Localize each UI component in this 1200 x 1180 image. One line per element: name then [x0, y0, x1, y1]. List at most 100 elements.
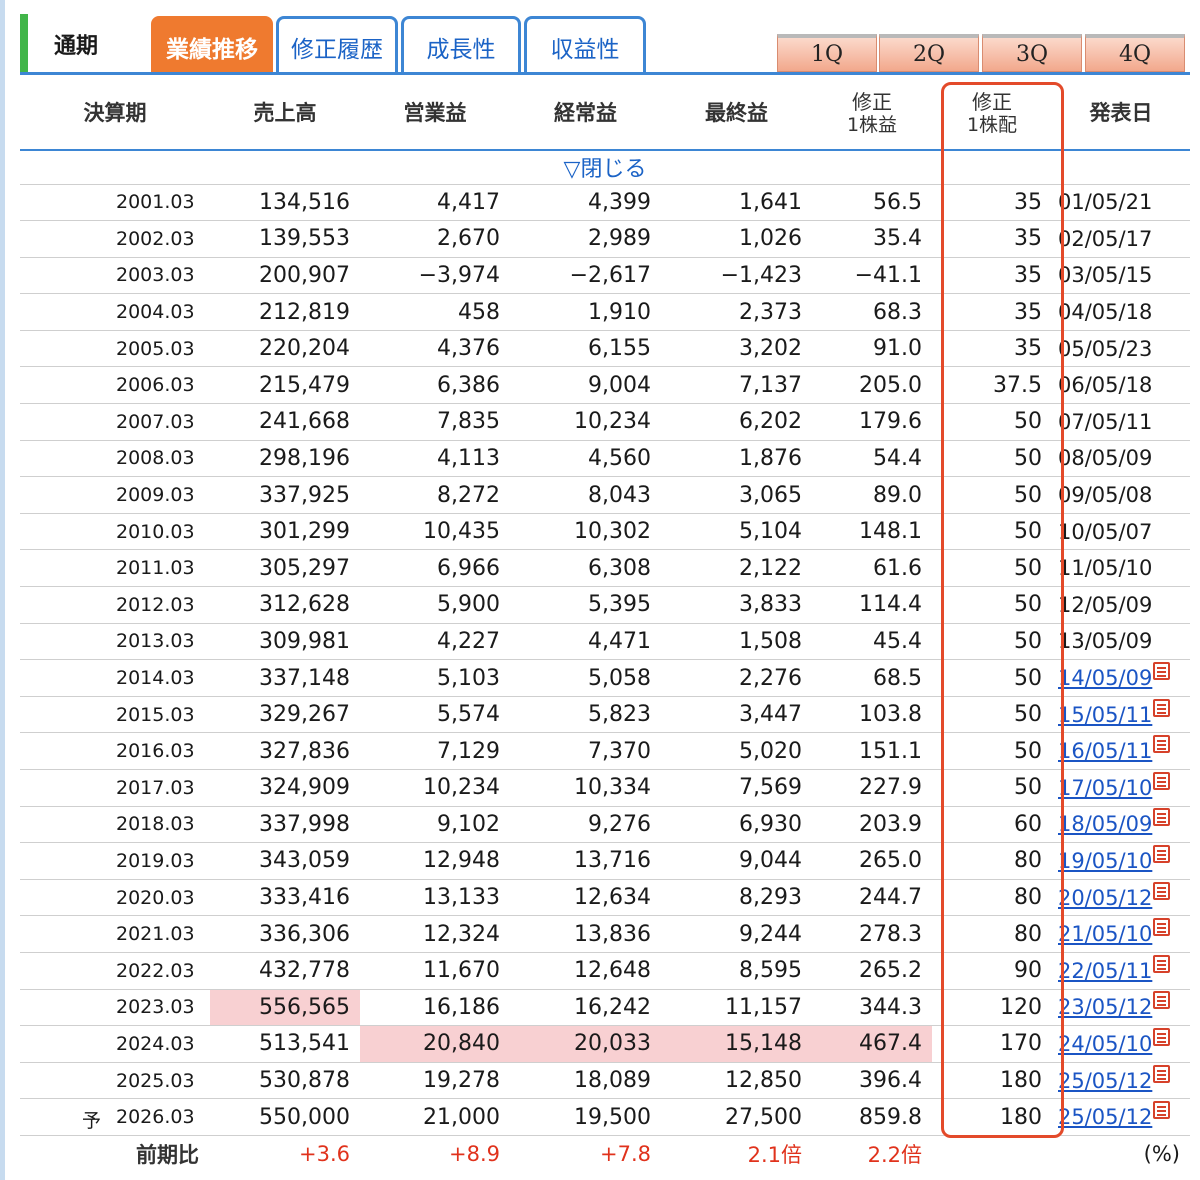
cell-ordinary-profit: 10,334: [510, 769, 661, 807]
tab-results-trend[interactable]: 業績推移: [151, 16, 273, 74]
announce-date-link[interactable]: 17/05/10: [1058, 776, 1152, 800]
period-value: 2005.03: [116, 337, 195, 360]
cell-dividend: 50: [932, 476, 1052, 514]
quarter-1q-button[interactable]: 1Q: [777, 34, 877, 72]
cell-net-profit: 8,595: [661, 952, 812, 990]
announce-date-text: 03/05/15: [1058, 263, 1153, 288]
header-dividend: 修正 1株配: [932, 78, 1052, 151]
table-row: 2011.03 305,297 6,966 6,308 2,122 61.6 50 11/05…: [20, 549, 1190, 588]
period-value: 2002.03: [116, 227, 195, 250]
announce-date-link[interactable]: 18/05/09: [1058, 812, 1152, 836]
table-row: 2004.03 212,819 458 1,910 2,373 68.3 35 04/05/1…: [20, 293, 1190, 331]
cell-period: 2008.03: [20, 440, 210, 478]
cell-ordinary-profit: 18,089: [510, 1062, 661, 1100]
cell-dividend: 50: [932, 659, 1052, 697]
announce-date-link[interactable]: 15/05/11: [1058, 703, 1152, 727]
tab-profitability[interactable]: 収益性: [524, 16, 646, 74]
quarter-2q-button[interactable]: 2Q: [879, 34, 979, 72]
pdf-icon[interactable]: [1153, 808, 1171, 827]
announce-date-link[interactable]: 22/05/11: [1058, 959, 1152, 983]
tab-underline: [20, 72, 1190, 75]
announce-date-text: 01/05/21: [1058, 190, 1153, 215]
cell-ordinary-profit: 12,648: [510, 952, 661, 990]
cell-dividend: 120: [932, 989, 1052, 1027]
table-row: 2022.03 432,778 11,670 12,648 8,595 265.2 90 22…: [20, 952, 1190, 990]
pdf-icon[interactable]: [1153, 698, 1171, 717]
cell-sales: 309,981: [210, 623, 360, 661]
announce-date-link[interactable]: 23/05/12: [1058, 995, 1152, 1019]
cell-announce-date: 22/05/11: [1052, 952, 1190, 990]
cell-announce-date: 12/05/09: [1052, 586, 1190, 624]
cell-ordinary-profit: 4,560: [510, 440, 661, 478]
cell-sales: 220,204: [210, 330, 360, 368]
table-row: 2016.03 327,836 7,129 7,370 5,020 151.1 50 16/0…: [20, 732, 1190, 770]
announce-date-text: 06/05/18: [1058, 373, 1153, 398]
cell-net-profit: 8,293: [661, 879, 812, 917]
pdf-icon[interactable]: [1153, 1064, 1171, 1083]
cell-ordinary-profit: 20,033: [510, 1025, 661, 1063]
pdf-icon[interactable]: [1153, 1027, 1171, 1046]
cell-dividend: 35: [932, 184, 1052, 222]
announce-date-link[interactable]: 14/05/09: [1058, 666, 1152, 690]
period-value: 2011.03: [116, 557, 195, 580]
pdf-icon[interactable]: [1153, 991, 1171, 1010]
cell-announce-date: 14/05/09: [1052, 659, 1190, 697]
pdf-icon[interactable]: [1153, 735, 1171, 754]
cell-eps: −41.1: [812, 257, 932, 295]
tab-revision-history[interactable]: 修正履歴: [276, 16, 398, 74]
header-eps-bottom: 1株益: [846, 114, 898, 137]
cell-ordinary-profit: 6,308: [510, 549, 661, 588]
announce-date-link[interactable]: 20/05/12: [1058, 886, 1152, 910]
announce-date-link[interactable]: 25/05/12: [1058, 1105, 1152, 1129]
cell-eps: 103.8: [812, 696, 932, 734]
announce-date-link[interactable]: 21/05/10: [1058, 922, 1152, 946]
comparison-ordinary-profit: +7.8: [600, 1141, 651, 1166]
cell-announce-date: 19/05/10: [1052, 842, 1190, 880]
cell-sales: 336,306: [210, 915, 360, 953]
cell-period: 2002.03: [20, 220, 210, 258]
cell-ordinary-profit: 5,823: [510, 696, 661, 734]
pdf-icon[interactable]: [1153, 771, 1171, 790]
announce-date-link[interactable]: 25/05/12: [1058, 1069, 1152, 1093]
left-border: [0, 0, 5, 1180]
pdf-icon[interactable]: [1153, 844, 1171, 863]
tab-growth[interactable]: 成長性: [401, 16, 521, 74]
cell-dividend: 50: [932, 696, 1052, 734]
cell-period: 2009.03: [20, 476, 210, 514]
pdf-icon[interactable]: [1153, 1101, 1171, 1120]
pdf-icon[interactable]: [1153, 881, 1171, 900]
cell-operating-profit: 19,278: [360, 1062, 510, 1100]
announce-date-link[interactable]: 16/05/11: [1058, 739, 1152, 763]
cell-dividend: 35: [932, 257, 1052, 295]
announce-date-text: 12/05/09: [1058, 592, 1153, 617]
announce-date-link[interactable]: 19/05/10: [1058, 849, 1152, 873]
period-value: 2012.03: [116, 593, 195, 616]
cell-announce-date: 10/05/07: [1052, 513, 1190, 551]
cell-announce-date: 15/05/11: [1052, 696, 1190, 734]
cell-dividend: 35: [932, 330, 1052, 368]
cell-eps: 54.4: [812, 440, 932, 478]
quarter-3q-button[interactable]: 3Q: [982, 34, 1082, 72]
period-value: 2015.03: [116, 703, 195, 726]
quarter-4q-button[interactable]: 4Q: [1085, 34, 1185, 72]
cell-eps: 35.4: [812, 220, 932, 258]
cell-ordinary-profit: 2,989: [510, 220, 661, 258]
announce-date-text: 08/05/09: [1058, 446, 1153, 471]
cell-sales: 139,553: [210, 220, 360, 258]
cell-announce-date: 05/05/23: [1052, 330, 1190, 368]
table-row: 2008.03 298,196 4,113 4,560 1,876 54.4 50 08/05…: [20, 440, 1190, 478]
announce-date-link[interactable]: 24/05/10: [1058, 1032, 1152, 1056]
announce-date-text: 07/05/11: [1058, 409, 1153, 434]
period-value: 2023.03: [116, 996, 195, 1019]
cell-operating-profit: 4,376: [360, 330, 510, 368]
tab-row: 通期 業績推移 修正履歴 成長性 収益性 1Q 2Q 3Q 4Q: [20, 14, 1190, 76]
table-row: 2005.03 220,204 4,376 6,155 3,202 91.0 35 05/05…: [20, 330, 1190, 368]
pdf-icon[interactable]: [1153, 662, 1171, 681]
cell-dividend: 50: [932, 586, 1052, 624]
cell-eps: 148.1: [812, 513, 932, 551]
pdf-icon[interactable]: [1153, 954, 1171, 973]
close-toggle-link[interactable]: ▽閉じる: [20, 150, 1190, 185]
pdf-icon[interactable]: [1153, 918, 1171, 937]
cell-period: 2003.03: [20, 257, 210, 295]
period-value: 2014.03: [116, 667, 195, 690]
